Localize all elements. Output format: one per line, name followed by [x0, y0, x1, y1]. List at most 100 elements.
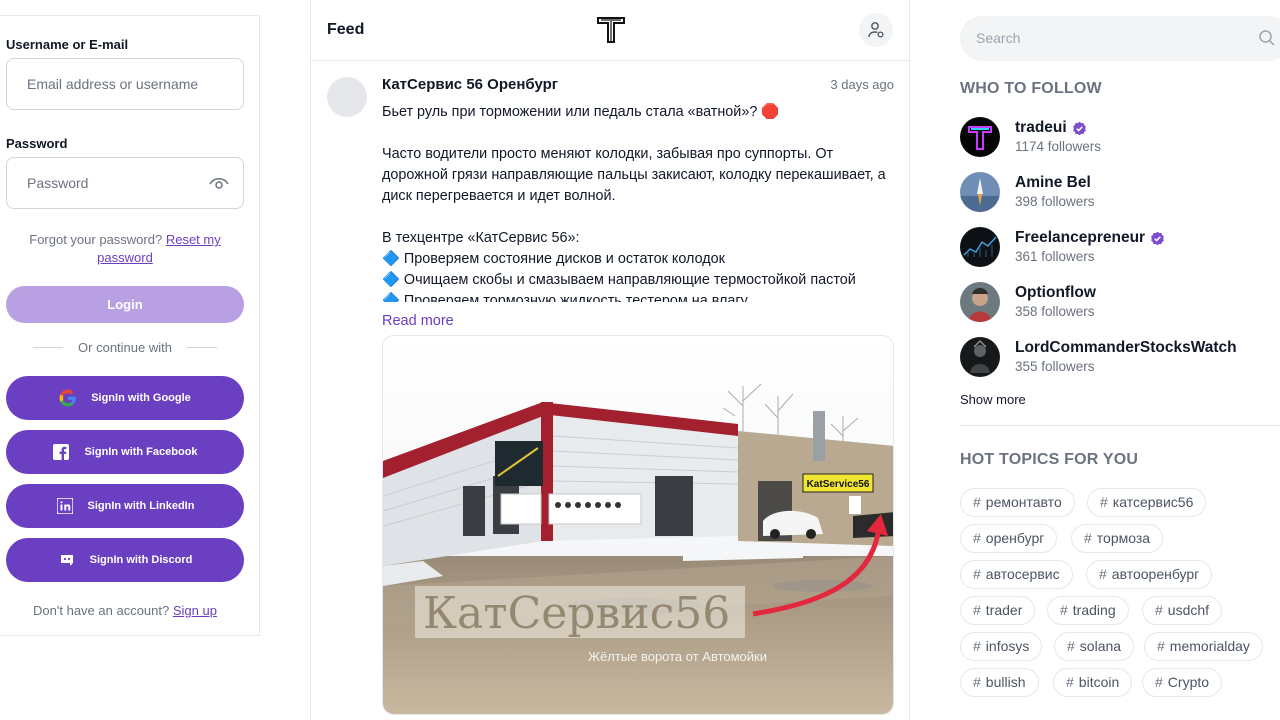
post-author-avatar[interactable] [327, 77, 367, 117]
feed-header: Feed [311, 0, 909, 61]
topic-label: infosys [985, 638, 1030, 654]
feed-title: Feed [327, 21, 365, 38]
topic-tag[interactable]: # usdchf [1142, 596, 1223, 625]
topic-label: катсервис56 [1112, 494, 1194, 510]
topic-label: trader [985, 602, 1023, 618]
post-line: Бьет руль при торможении или педаль стал… [382, 104, 780, 120]
post-paragraph-title: В техцентре «КатСервис 56»: [382, 230, 580, 246]
topic-label: solana [1079, 638, 1122, 654]
avatar [960, 227, 1000, 267]
hash-icon: # [973, 530, 981, 546]
topic-tag[interactable]: # ремонтавто [960, 488, 1075, 517]
feed-column: Feed КатСервис 56 Оренбург 3 days ago Бь… [310, 0, 910, 720]
follow-suggestion[interactable]: LordCommanderStocksWatch 355 followers [960, 337, 1280, 377]
signup-link[interactable]: Sign up [173, 603, 217, 618]
follower-count: 398 followers [1015, 194, 1095, 209]
post-bullet: 🔷 Проверяем состояние дисков и остаток к… [382, 251, 725, 267]
hot-topics-heading: HOT TOPICS FOR YOU [960, 451, 1139, 468]
topic-label: memorialday [1169, 638, 1250, 654]
discord-signin-button[interactable]: SignIn with Discord [6, 538, 244, 582]
post-body: Бьет руль при торможении или педаль стал… [382, 102, 897, 302]
avatar [960, 282, 1000, 322]
read-more-link[interactable]: Read more [382, 313, 454, 329]
verified-badge-icon [1151, 231, 1164, 245]
follow-suggestion[interactable]: Amine Bel 398 followers [960, 172, 1280, 212]
hash-icon: # [973, 638, 981, 654]
google-icon [59, 389, 77, 407]
topic-tag[interactable]: # bullish [960, 668, 1039, 697]
avatar [960, 117, 1000, 157]
hash-icon: # [1067, 638, 1075, 654]
linkedin-signin-button[interactable]: SignIn with LinkedIn [6, 484, 244, 528]
who-to-follow-heading: WHO TO FOLLOW [960, 80, 1102, 97]
hash-icon: # [1157, 638, 1165, 654]
no-account-text: Don't have an account? [33, 603, 170, 618]
linkedin-signin-label: SignIn with LinkedIn [87, 500, 195, 512]
hash-icon: # [1060, 602, 1068, 618]
continue-divider: Or continue with [6, 340, 244, 355]
hash-icon: # [973, 494, 981, 510]
hash-icon: # [973, 602, 981, 618]
topic-label: автосервис [985, 566, 1060, 582]
follower-count: 355 followers [1015, 359, 1095, 374]
follow-suggestion[interactable]: Optionflow 358 followers [960, 282, 1280, 322]
search-input[interactable]: Search [960, 16, 1280, 61]
follow-name-row: tradeui [1015, 119, 1087, 137]
login-button[interactable]: Login [6, 286, 244, 323]
follow-suggestion[interactable]: tradeui 1174 followers [960, 117, 1280, 157]
topic-tag[interactable]: # автосервис [960, 560, 1073, 589]
hash-icon: # [1084, 530, 1092, 546]
topic-tag[interactable]: # автооренбург [1086, 560, 1213, 589]
avatar [960, 337, 1000, 377]
hash-icon: # [973, 674, 981, 690]
topic-tag[interactable]: # Crypto [1142, 668, 1223, 697]
eye-icon[interactable] [209, 175, 229, 191]
topic-tag[interactable]: # тормоза [1071, 524, 1164, 553]
post-paragraph: Часто водители просто меняют колодки, за… [382, 146, 890, 204]
username-label: Username or E-mail [6, 37, 129, 52]
show-more-link[interactable]: Show more [960, 392, 1026, 407]
facebook-signin-button[interactable]: SignIn with Facebook [6, 430, 244, 474]
image-sign-text: KatService56 [807, 479, 870, 490]
linkedin-icon [56, 497, 74, 515]
site-logo-icon[interactable] [597, 17, 625, 43]
post-photo: KatService56 КатСервис56 Жёлтые ворота о… [383, 336, 893, 714]
follow-name: tradeui [1015, 119, 1067, 136]
image-watermark-text: КатСервис56 [423, 588, 730, 639]
topic-label: автооренбург [1111, 566, 1200, 582]
hash-icon: # [1066, 674, 1074, 690]
topic-tag[interactable]: # trading [1047, 596, 1129, 625]
hash-icon: # [973, 566, 981, 582]
topic-label: оренбург [985, 530, 1045, 546]
topic-tag[interactable]: # bitcoin [1053, 668, 1133, 697]
topic-tag[interactable]: # оренбург [960, 524, 1058, 553]
follow-name-row: Optionflow [1015, 284, 1096, 302]
post-author-name[interactable]: КатСервис 56 Оренбург [382, 76, 558, 93]
topic-tag[interactable]: # катсервис56 [1087, 488, 1207, 517]
user-menu-button[interactable] [859, 13, 893, 47]
topic-label: bitcoin [1078, 674, 1120, 690]
discord-signin-label: SignIn with Discord [89, 554, 193, 566]
google-signin-label: SignIn with Google [91, 392, 191, 404]
follower-count: 1174 followers [1015, 139, 1102, 154]
password-input[interactable]: Password [6, 157, 244, 209]
post-bullet: 🔷 Очищаем скобы и смазываем направляющие… [382, 272, 856, 288]
topic-tag[interactable]: # solana [1054, 632, 1135, 661]
forgot-label: Forgot your password? [29, 232, 163, 247]
follow-name: Optionflow [1015, 284, 1096, 301]
hash-icon: # [1100, 494, 1108, 510]
discord-icon [58, 551, 76, 569]
password-placeholder: Password [27, 175, 89, 191]
search-icon[interactable] [1258, 29, 1276, 47]
user-settings-icon [868, 22, 884, 38]
post-image[interactable]: KatService56 КатСервис56 Жёлтые ворота о… [382, 335, 894, 715]
topic-tag[interactable]: # trader [960, 596, 1036, 625]
hash-icon: # [1155, 602, 1163, 618]
google-signin-button[interactable]: SignIn with Google [6, 376, 244, 420]
username-input[interactable]: Email address or username [6, 58, 244, 110]
topic-tag[interactable]: # memorialday [1144, 632, 1263, 661]
follow-suggestion[interactable]: Freelancepreneur 361 followers [960, 227, 1280, 267]
follow-name: LordCommanderStocksWatch [1015, 339, 1237, 356]
topic-label: ремонтавто [985, 494, 1062, 510]
topic-tag[interactable]: # infosys [960, 632, 1043, 661]
